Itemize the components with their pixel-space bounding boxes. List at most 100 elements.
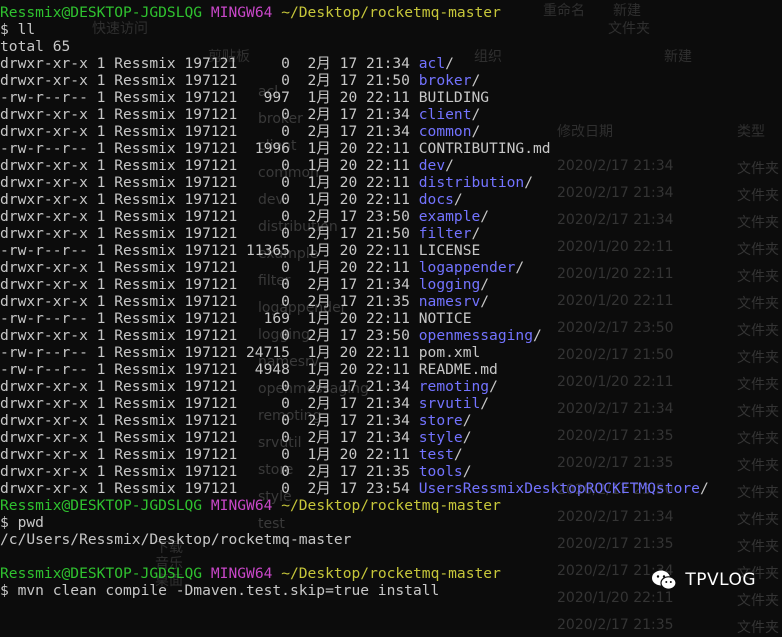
listing-meta: -rw-r--r-- 1 Ressmix 197121 1996 1月 20 2… bbox=[0, 140, 419, 157]
listing-row: drwxr-xr-x 1 Ressmix 197121 0 1月 20 22:1… bbox=[0, 191, 782, 208]
listing-dir-name: srvutil bbox=[418, 395, 481, 412]
listing-dir-name: namesrv bbox=[418, 293, 481, 310]
listing-row: drwxr-xr-x 1 Ressmix 197121 0 2月 17 21:3… bbox=[0, 276, 782, 293]
listing-meta: drwxr-xr-x 1 Ressmix 197121 0 2月 17 21:3… bbox=[0, 293, 419, 310]
prompt-system: MINGW64 bbox=[210, 4, 273, 21]
dir-slash: / bbox=[471, 72, 481, 89]
listing-total: total 65 bbox=[0, 38, 71, 55]
listing-meta: drwxr-xr-x 1 Ressmix 197121 0 1月 20 22:1… bbox=[0, 259, 419, 276]
listing-file-name: LICENSE bbox=[418, 242, 481, 259]
listing-meta: drwxr-xr-x 1 Ressmix 197121 0 2月 17 21:3… bbox=[0, 429, 419, 446]
listing-row: drwxr-xr-x 1 Ressmix 197121 0 2月 17 23:5… bbox=[0, 480, 782, 497]
listing-row: drwxr-xr-x 1 Ressmix 197121 0 2月 17 21:3… bbox=[0, 293, 782, 310]
listing-row: drwxr-xr-x 1 Ressmix 197121 0 1月 20 22:1… bbox=[0, 259, 782, 276]
listing-meta: drwxr-xr-x 1 Ressmix 197121 0 2月 17 23:5… bbox=[0, 208, 419, 225]
listing-row: drwxr-xr-x 1 Ressmix 197121 0 2月 17 21:3… bbox=[0, 55, 782, 72]
listing-meta: drwxr-xr-x 1 Ressmix 197121 0 2月 17 23:5… bbox=[0, 327, 419, 344]
listing-row: -rw-r--r-- 1 Ressmix 197121 997 1月 20 22… bbox=[0, 89, 782, 106]
listing-row: drwxr-xr-x 1 Ressmix 197121 0 2月 17 21:3… bbox=[0, 463, 782, 480]
watermark-text: TPVLOG bbox=[685, 570, 756, 590]
listing-meta: -rw-r--r-- 1 Ressmix 197121 24715 1月 20 … bbox=[0, 344, 419, 361]
listing-row: drwxr-xr-x 1 Ressmix 197121 0 2月 17 21:3… bbox=[0, 395, 782, 412]
listing-meta: drwxr-xr-x 1 Ressmix 197121 0 2月 17 21:3… bbox=[0, 106, 419, 123]
listing-row: drwxr-xr-x 1 Ressmix 197121 0 2月 17 21:3… bbox=[0, 429, 782, 446]
prompt-path: ~/Desktop/rocketmq-master bbox=[281, 497, 501, 514]
dir-slash: / bbox=[471, 106, 481, 123]
listing-meta: drwxr-xr-x 1 Ressmix 197121 0 2月 17 21:5… bbox=[0, 225, 419, 242]
dir-slash: / bbox=[480, 293, 490, 310]
listing-dir-name: store bbox=[418, 412, 463, 429]
listing-row: drwxr-xr-x 1 Ressmix 197121 0 2月 17 21:3… bbox=[0, 123, 782, 140]
listing-meta: -rw-r--r-- 1 Ressmix 197121 4948 1月 20 2… bbox=[0, 361, 419, 378]
listing-dir-name: remoting bbox=[418, 378, 490, 395]
listing-dir-name: logging bbox=[418, 276, 481, 293]
listing-row: drwxr-xr-x 1 Ressmix 197121 0 2月 17 21:3… bbox=[0, 106, 782, 123]
directory-listing: drwxr-xr-x 1 Ressmix 197121 0 2月 17 21:3… bbox=[0, 55, 782, 497]
listing-row: -rw-r--r-- 1 Ressmix 197121 24715 1月 20 … bbox=[0, 344, 782, 361]
dir-slash: / bbox=[489, 378, 498, 395]
listing-row: drwxr-xr-x 1 Ressmix 197121 0 2月 17 21:5… bbox=[0, 225, 782, 242]
watermark: TPVLOG bbox=[651, 569, 756, 591]
listing-dir-name: filter bbox=[418, 225, 472, 242]
prompt-system: MINGW64 bbox=[210, 565, 273, 582]
listing-meta: drwxr-xr-x 1 Ressmix 197121 0 2月 17 21:5… bbox=[0, 72, 419, 89]
prompt-system: MINGW64 bbox=[210, 497, 273, 514]
dir-slash: / bbox=[453, 446, 463, 463]
listing-dir-name: common bbox=[418, 123, 472, 140]
dir-slash: / bbox=[699, 480, 709, 497]
terminal-window[interactable]: Ressmix@DESKTOP-JGDSLQG MINGW64 ~/Deskto… bbox=[0, 4, 782, 617]
prompt-line: Ressmix@DESKTOP-JGDSLQG MINGW64 ~/Deskto… bbox=[0, 4, 782, 21]
listing-dir-name: dev bbox=[418, 157, 446, 174]
listing-row: drwxr-xr-x 1 Ressmix 197121 0 2月 17 23:5… bbox=[0, 208, 782, 225]
listing-row: drwxr-xr-x 1 Ressmix 197121 0 2月 17 21:3… bbox=[0, 378, 782, 395]
listing-row: drwxr-xr-x 1 Ressmix 197121 0 2月 17 23:5… bbox=[0, 327, 782, 344]
dir-slash: / bbox=[462, 412, 472, 429]
listing-row: -rw-r--r-- 1 Ressmix 197121 1996 1月 20 2… bbox=[0, 140, 782, 157]
listing-dir-name: broker bbox=[418, 72, 472, 89]
listing-row: drwxr-xr-x 1 Ressmix 197121 0 1月 20 22:1… bbox=[0, 446, 782, 463]
listing-meta: drwxr-xr-x 1 Ressmix 197121 0 2月 17 21:3… bbox=[0, 378, 419, 395]
listing-meta: -rw-r--r-- 1 Ressmix 197121 11365 1月 20 … bbox=[0, 242, 419, 259]
listing-file-name: CONTRIBUTING.md bbox=[418, 140, 551, 157]
dir-slash: / bbox=[480, 395, 490, 412]
listing-row: -rw-r--r-- 1 Ressmix 197121 4948 1月 20 2… bbox=[0, 361, 782, 378]
listing-meta: drwxr-xr-x 1 Ressmix 197121 0 2月 17 21:3… bbox=[0, 123, 419, 140]
prompt-user-host: Ressmix@DESKTOP-JGDSLQG bbox=[0, 497, 203, 514]
listing-dir-name: client bbox=[418, 106, 472, 123]
listing-file-name: NOTICE bbox=[418, 310, 472, 327]
command-line: $ ll bbox=[0, 21, 36, 38]
prompt-line: Ressmix@DESKTOP-JGDSLQG MINGW64 ~/Deskto… bbox=[0, 497, 782, 514]
listing-dir-name: acl bbox=[418, 55, 446, 72]
listing-row: -rw-r--r-- 1 Ressmix 197121 169 1月 20 22… bbox=[0, 310, 782, 327]
listing-file-name: README.md bbox=[418, 361, 498, 378]
dir-slash: / bbox=[480, 208, 490, 225]
listing-dir-name: tools bbox=[418, 463, 463, 480]
explorer-row-type: 文件夹 bbox=[737, 620, 779, 636]
listing-dir-name: test bbox=[418, 446, 454, 463]
dir-slash: / bbox=[515, 259, 525, 276]
dir-slash: / bbox=[445, 157, 454, 174]
listing-meta: -rw-r--r-- 1 Ressmix 197121 997 1月 20 22… bbox=[0, 89, 419, 106]
listing-file-name: BUILDING bbox=[418, 89, 490, 106]
dir-slash: / bbox=[462, 429, 472, 446]
listing-dir-name: UsersRessmixDesktopROCKETMQstore bbox=[418, 480, 700, 497]
listing-meta: drwxr-xr-x 1 Ressmix 197121 0 1月 20 22:1… bbox=[0, 446, 419, 463]
listing-dir-name: style bbox=[418, 429, 463, 446]
listing-row: drwxr-xr-x 1 Ressmix 197121 0 1月 20 22:1… bbox=[0, 174, 782, 191]
listing-dir-name: openmessaging bbox=[418, 327, 533, 344]
listing-meta: drwxr-xr-x 1 Ressmix 197121 0 2月 17 21:3… bbox=[0, 412, 419, 429]
command-output: /c/Users/Ressmix/Desktop/rocketmq-master bbox=[0, 531, 352, 548]
listing-dir-name: docs bbox=[418, 191, 454, 208]
prompt-path: ~/Desktop/rocketmq-master bbox=[281, 565, 501, 582]
prompt-path: ~/Desktop/rocketmq-master bbox=[281, 4, 501, 21]
listing-dir-name: logappender bbox=[418, 259, 516, 276]
explorer-row-date: 2020/2/17 21:35 bbox=[557, 617, 674, 633]
listing-file-name: pom.xml bbox=[418, 344, 481, 361]
listing-meta: drwxr-xr-x 1 Ressmix 197121 0 1月 20 22:1… bbox=[0, 174, 419, 191]
dir-slash: / bbox=[471, 225, 481, 242]
listing-meta: drwxr-xr-x 1 Ressmix 197121 0 2月 17 21:3… bbox=[0, 276, 419, 293]
prompt-user-host: Ressmix@DESKTOP-JGDSLQG bbox=[0, 4, 203, 21]
dir-slash: / bbox=[453, 191, 463, 208]
prompt-user-host: Ressmix@DESKTOP-JGDSLQG bbox=[0, 565, 203, 582]
